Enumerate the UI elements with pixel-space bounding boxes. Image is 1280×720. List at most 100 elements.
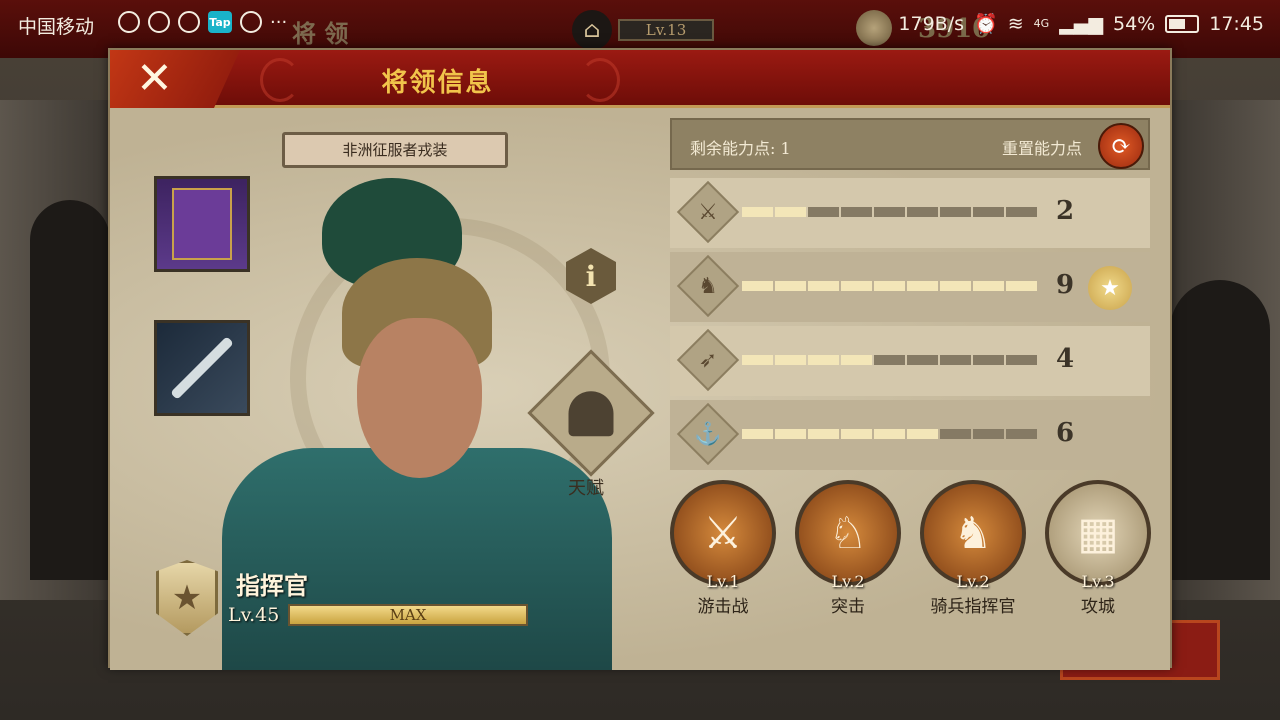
signal-icon: ▂▄▆ (1059, 12, 1103, 35)
attribute-panel: 剩余能力点: 1 重置能力点 ⟳ ⚔ 2 ♞ 9 ★ ➶ 4 ⚓ 6 (670, 118, 1150, 474)
skill-art: ▦ (1045, 480, 1151, 586)
attribute-bar-segment (841, 281, 872, 291)
skill-name: 游击战 (697, 597, 749, 617)
qq-icon (178, 11, 200, 33)
attribute-bar-segment (808, 429, 839, 439)
attribute-bar-segment (1006, 207, 1037, 217)
background-silhouette-right (1170, 280, 1270, 580)
bow-icon: ➶ (698, 347, 718, 373)
rank-title: 指挥官 (236, 571, 308, 600)
reset-points-button[interactable]: ⟳ (1098, 123, 1144, 169)
skill-level: Lv.2 (956, 572, 990, 591)
attribute-bar-segment (808, 355, 839, 365)
talent-label: 天赋 (568, 478, 604, 499)
attribute-bar-segment (808, 281, 839, 291)
attribute-row: ♞ 9 ★ (670, 252, 1150, 322)
attribute-bar-segment (841, 429, 872, 439)
max-medal-icon: ★ (1088, 266, 1132, 310)
attribute-bar-segment (841, 207, 872, 217)
attribute-bar-segment (907, 429, 938, 439)
attribute-bar-segment (775, 281, 806, 291)
anchor-icon: ⚓ (694, 421, 722, 447)
attribute-bar-segment (775, 207, 806, 217)
skill-icon: ♞ (953, 507, 993, 559)
app-notification-icon (148, 11, 170, 33)
attribute-value: 4 (1056, 344, 1075, 374)
horse-icon: ♞ (698, 273, 718, 299)
wifi-icon: ≋ (1007, 12, 1024, 35)
attribute-bar (742, 207, 1037, 217)
network-speed: 179B/s (898, 12, 965, 35)
attribute-bar-segment (874, 207, 905, 217)
attribute-bar-segment (808, 207, 839, 217)
skill-art: ⚔ (670, 480, 776, 586)
attribute-bar-segment (1006, 355, 1037, 365)
reset-points-label: 重置能力点 (1002, 139, 1083, 158)
attribute-bar-segment (742, 429, 773, 439)
attribute-row: ⚔ 2 (670, 178, 1150, 248)
weapon-item-slot[interactable] (154, 320, 250, 416)
attribute-bar-segment (775, 355, 806, 365)
attribute-bar-segment (907, 355, 938, 365)
skill-icon: ⚔ (703, 507, 743, 559)
panel-body: 非洲征服者戎装 i 天赋 ★ 指挥官 Lv.45 MAX 剩余能力点: 1 重置… (110, 108, 1170, 670)
alarm-icon: ⏰ (974, 13, 998, 35)
skill-list: ⚔ Lv.1 游击战 ♘ Lv.2 突击 ♞ Lv.2 骑兵指挥官 ▦ Lv.3 攻城 (670, 480, 1151, 630)
skill-level: Lv.1 (706, 572, 740, 591)
skill-icon: ▦ (1077, 507, 1119, 559)
dagger-icon (170, 336, 234, 400)
more-notifications: ··· (270, 11, 288, 33)
battery-percent: 54% (1113, 12, 1156, 35)
general-level: Lv.45 (228, 604, 280, 626)
skill-button[interactable]: ⚔ Lv.1 游击战 (670, 480, 776, 617)
attribute-bar-segment (973, 355, 1004, 365)
portrait-armor (222, 448, 612, 670)
banner-icon (172, 188, 232, 260)
banner-item-slot[interactable] (154, 176, 250, 272)
carrier-name: 中国移动 (18, 16, 95, 38)
attribute-bar-segment (907, 281, 938, 291)
star-icon: ★ (171, 578, 203, 618)
skill-button[interactable]: ▦ Lv.3 攻城 (1045, 480, 1151, 617)
attribute-bar-segment (742, 207, 773, 217)
outfit-name-button[interactable]: 非洲征服者戎装 (282, 132, 508, 168)
attribute-bar-segment (841, 355, 872, 365)
portrait-face (357, 318, 482, 478)
background-silhouette-left (30, 200, 110, 580)
skill-art: ♘ (795, 480, 901, 586)
attribute-bar-segment (742, 355, 773, 365)
status-right: 179B/s ⏰ ≋ 4G ▂▄▆ 54% 17:45 (898, 12, 1264, 36)
remaining-points-label: 剩余能力点: 1 (690, 139, 791, 158)
taptap-icon: Tap (208, 11, 232, 33)
attribute-bar-segment (940, 207, 971, 217)
battery-icon (1165, 14, 1200, 33)
attribute-bar-segment (1006, 281, 1037, 291)
skill-art: ♞ (920, 480, 1026, 586)
tiktok-icon (240, 11, 262, 33)
attribute-value: 6 (1056, 418, 1075, 448)
experience-bar: MAX (288, 604, 528, 626)
attribute-bar-segment (973, 429, 1004, 439)
attribute-header: 剩余能力点: 1 重置能力点 ⟳ (670, 118, 1150, 170)
attribute-bar-segment (874, 281, 905, 291)
skill-icon: ♘ (828, 507, 868, 559)
clock-time: 17:45 (1209, 12, 1264, 35)
helmet-icon (568, 391, 614, 437)
skill-button[interactable]: ♞ Lv.2 骑兵指挥官 (920, 480, 1026, 617)
attribute-bar-segment (940, 429, 971, 439)
attribute-bar (742, 355, 1037, 365)
attribute-bar (742, 281, 1037, 291)
skill-name: 骑兵指挥官 (930, 597, 1016, 617)
clock-icon (118, 11, 140, 33)
attribute-value: 9 (1056, 270, 1075, 300)
close-button[interactable]: ✕ (110, 50, 240, 108)
skill-name: 攻城 (1081, 597, 1115, 617)
general-info-panel: 将领信息 ✕ 非洲征服者戎装 i 天赋 ★ 指挥官 Lv.45 MAX 剩余能力… (108, 48, 1172, 670)
attribute-bar-segment (973, 207, 1004, 217)
attribute-value: 2 (1056, 196, 1075, 226)
attribute-bar-segment (940, 281, 971, 291)
attribute-bar-segment (907, 207, 938, 217)
attribute-bar-segment (874, 355, 905, 365)
skill-button[interactable]: ♘ Lv.2 突击 (795, 480, 901, 617)
notification-icons: Tap ··· (118, 11, 287, 33)
